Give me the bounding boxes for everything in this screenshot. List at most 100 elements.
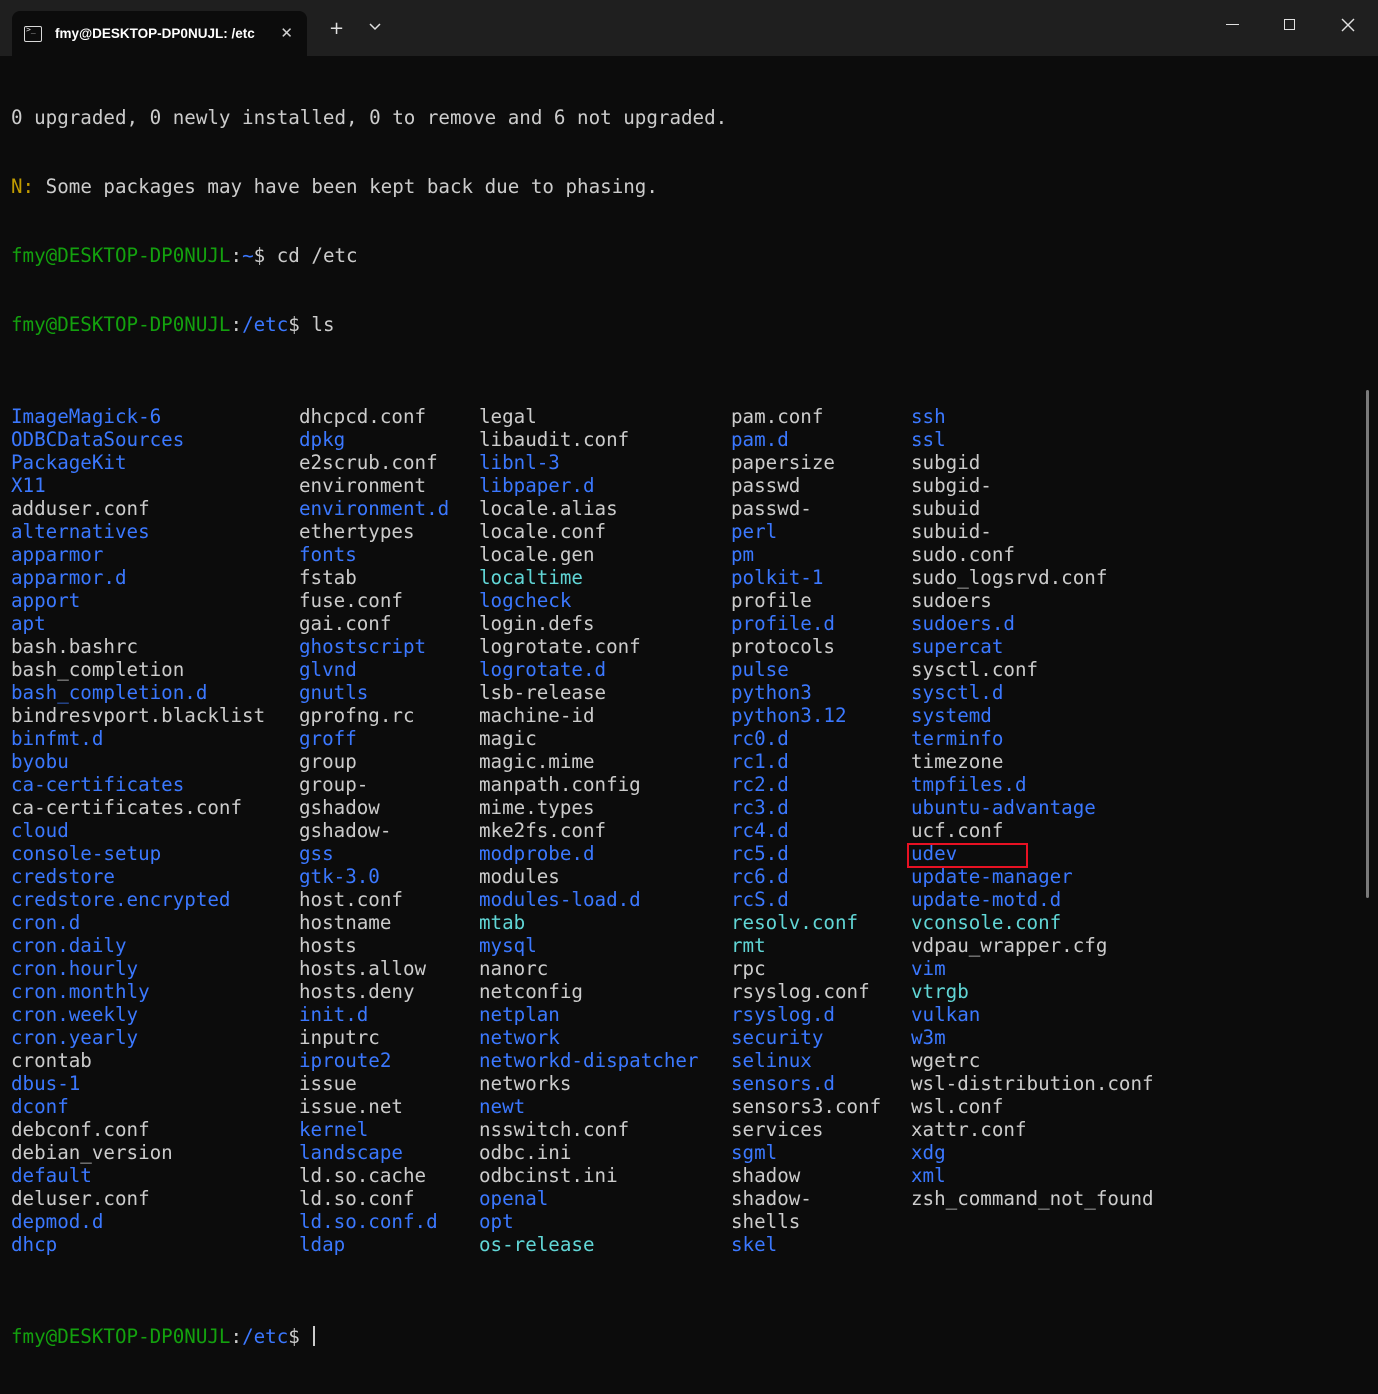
ls-entry: rc4.d [731, 819, 789, 842]
ls-entry: logrotate.conf [479, 635, 641, 658]
ls-entry: alternatives [11, 520, 150, 543]
ls-entry: modules [479, 865, 560, 888]
ls-entry: crontab [11, 1049, 92, 1072]
tab-title: fmy@DESKTOP-DP0NUJL: /etc [55, 26, 255, 41]
ls-entry: bindresvport.blacklist [11, 704, 266, 727]
ls-entry: selinux [731, 1049, 812, 1072]
tab-active[interactable]: fmy@DESKTOP-DP0NUJL: /etc ✕ [12, 11, 307, 56]
ls-entry: ld.so.conf [299, 1187, 415, 1210]
prompt-sep: : [230, 313, 243, 336]
ls-entry: rsyslog.conf [731, 980, 870, 1003]
ls-entry: login.defs [479, 612, 595, 635]
ls-entry: bash_completion.d [11, 681, 208, 704]
ls-entry: pam.d [731, 428, 789, 451]
ls-entry: gshadow [299, 796, 380, 819]
ls-entry: localtime [479, 566, 583, 589]
ls-entry: vdpau_wrapper.cfg [911, 934, 1108, 957]
ls-entry: ld.so.cache [299, 1164, 427, 1187]
ls-entry: kernel [299, 1118, 369, 1141]
ls-entry: apparmor [11, 543, 104, 566]
ls-entry: wsl-distribution.conf [911, 1072, 1154, 1095]
ls-entry: shadow- [731, 1187, 812, 1210]
ls-column-2: dhcpcd.conf dpkg e2scrub.conf environment en… [299, 405, 449, 1256]
ls-entry: networks [479, 1072, 572, 1095]
ls-column-1: ImageMagick-6 ODBCDataSources PackageKit X1… [11, 405, 265, 1256]
ls-entry: mtab [479, 911, 526, 934]
ls-entry: update-manager [911, 865, 1073, 888]
ls-entry: ethertypes [299, 520, 415, 543]
ls-entry: papersize [731, 451, 835, 474]
ls-entry: cron.yearly [11, 1026, 139, 1049]
ls-entry: sensors.d [731, 1072, 835, 1095]
ls-entry: odbc.ini [479, 1141, 572, 1164]
terminal-output[interactable]: 0 upgraded, 0 newly installed, 0 to remo… [11, 60, 1351, 1348]
ls-entry: group- [299, 773, 369, 796]
prompt-path: /etc [242, 1325, 289, 1348]
ls-entry: cloud [11, 819, 69, 842]
ls-entry: gai.conf [299, 612, 392, 635]
notice-line: N: Some packages may have been kept back… [11, 175, 1351, 198]
ls-entry: debconf.conf [11, 1118, 150, 1141]
ls-entry: rc6.d [731, 865, 789, 888]
ls-entry: ubuntu-advantage [911, 796, 1096, 819]
ls-entry: rc2.d [731, 773, 789, 796]
ls-entry: X11 [11, 474, 46, 497]
prompt-sep: : [230, 1325, 243, 1348]
ls-entry: wsl.conf [911, 1095, 1004, 1118]
ls-entry: logrotate.d [479, 658, 607, 681]
terminal-icon [24, 25, 42, 42]
ls-entry: xattr.conf [911, 1118, 1027, 1141]
command-text: cd /etc [265, 244, 358, 267]
ls-entry: sysctl.conf [911, 658, 1039, 681]
ls-listing: ImageMagick-6 ODBCDataSources PackageKit X1… [11, 405, 1351, 1256]
ls-entry: sudo.conf [911, 543, 1015, 566]
minimize-button[interactable] [1226, 24, 1239, 25]
ls-entry: ld.so.conf.d [299, 1210, 438, 1233]
prompt-user: fmy@DESKTOP-DP0NUJL [11, 1325, 231, 1348]
ls-entry: netplan [479, 1003, 560, 1026]
prompt-user: fmy@DESKTOP-DP0NUJL [11, 244, 231, 267]
ls-entry: supercat [911, 635, 1004, 658]
close-window-button[interactable] [1340, 17, 1356, 33]
final-prompt-line[interactable]: fmy@DESKTOP-DP0NUJL:/etc$ [11, 1325, 1351, 1348]
ls-entry: wgetrc [911, 1049, 981, 1072]
scrollbar-thumb[interactable] [1366, 390, 1369, 898]
ls-entry: vconsole.conf [911, 911, 1062, 934]
ls-entry: rmt [731, 934, 766, 957]
ls-entry: hosts.deny [299, 980, 415, 1003]
ls-entry: rc3.d [731, 796, 789, 819]
chevron-down-icon[interactable] [368, 19, 382, 33]
ls-column-4: pam.conf pam.d papersize passwd passwd-perl p… [731, 405, 881, 1256]
ls-entry: networkd-dispatcher [479, 1049, 699, 1072]
ls-entry: ca-certificates [11, 773, 185, 796]
ls-column-5: ssh ssl subgid subgid-subuid subuid-sudo.con… [911, 405, 1154, 1210]
ls-entry: terminfo [911, 727, 1004, 750]
ls-entry: resolv.conf [731, 911, 859, 934]
ls-entry: mime.types [479, 796, 595, 819]
ls-entry: credstore [11, 865, 115, 888]
ls-entry: sudo_logsrvd.conf [911, 566, 1108, 589]
ls-entry: magic.mime [479, 750, 595, 773]
ls-entry: e2scrub.conf [299, 451, 438, 474]
ls-entry: cron.weekly [11, 1003, 139, 1026]
ls-entry: profile.d [731, 612, 835, 635]
ls-entry: perl [731, 520, 778, 543]
prompt-user: fmy@DESKTOP-DP0NUJL [11, 313, 231, 336]
ls-entry: manpath.config [479, 773, 641, 796]
prompt-dollar: $ [288, 1325, 300, 1348]
ls-entry: os-release [479, 1233, 595, 1256]
tab-close-icon[interactable]: ✕ [280, 24, 293, 42]
ls-entry: gshadow- [299, 819, 392, 842]
maximize-button[interactable] [1284, 19, 1295, 30]
ls-entry: w3m [911, 1026, 946, 1049]
ls-entry: xml [911, 1164, 946, 1187]
ls-entry: ssh [911, 405, 946, 428]
ls-entry: lsb-release [479, 681, 607, 704]
ls-entry: skel [731, 1233, 778, 1256]
new-tab-button[interactable]: + [329, 18, 344, 39]
ls-entry: ImageMagick-6 [11, 405, 162, 428]
command-text: ls [299, 313, 335, 336]
ls-entry: zsh_command_not_found [911, 1187, 1154, 1210]
ls-entry: debian_version [11, 1141, 173, 1164]
ls-entry: dhcp [11, 1233, 58, 1256]
